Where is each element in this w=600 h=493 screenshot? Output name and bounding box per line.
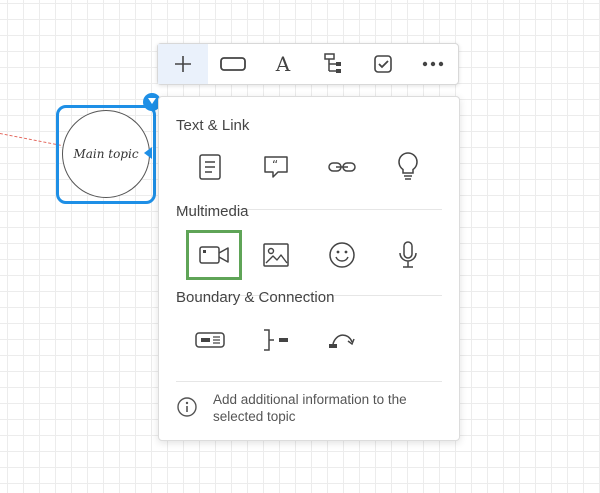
section-title-text-link: Text & Link	[176, 117, 250, 134]
insert-panel: Text & Link “ Multimedia Boundary & Conn…	[158, 96, 460, 441]
selected-topic-frame[interactable]: Main topic	[56, 105, 156, 204]
shape-button[interactable]	[208, 44, 258, 84]
boundary-button[interactable]	[182, 315, 238, 365]
main-topic-node[interactable]: Main topic	[62, 110, 150, 198]
emoji-icon	[329, 242, 355, 268]
checkbox-icon	[374, 55, 392, 73]
tree-structure-icon	[324, 53, 341, 73]
note-button[interactable]	[182, 142, 238, 192]
section-title-multimedia: Multimedia	[176, 203, 249, 220]
comment-button[interactable]: “	[248, 142, 304, 192]
image-icon	[263, 243, 289, 267]
text-button[interactable]: A	[258, 44, 308, 84]
floating-toolbar: A	[157, 43, 459, 85]
note-icon	[199, 154, 221, 180]
section-divider	[176, 381, 442, 382]
boundary-icon	[195, 332, 225, 348]
structure-button[interactable]	[308, 44, 358, 84]
emoji-button[interactable]	[314, 230, 370, 280]
more-button[interactable]	[408, 44, 458, 84]
more-icon	[422, 61, 444, 67]
main-topic-label: Main topic	[73, 147, 139, 161]
svg-text:“: “	[272, 158, 278, 172]
relationship-icon	[329, 334, 355, 348]
image-button[interactable]	[248, 230, 304, 280]
video-icon	[199, 246, 229, 264]
rectangle-icon	[220, 57, 246, 71]
link-icon	[328, 162, 356, 172]
add-button[interactable]	[158, 44, 208, 84]
summary-icon	[264, 329, 288, 351]
comment-icon: “	[264, 156, 288, 178]
summary-button[interactable]	[248, 315, 304, 365]
link-button[interactable]	[314, 142, 370, 192]
section-title-boundary-connection: Boundary & Connection	[176, 289, 335, 306]
info-text: Add additional information to the select…	[213, 392, 407, 424]
text-icon: A	[275, 52, 291, 76]
connector-line	[0, 133, 61, 147]
task-button[interactable]	[358, 44, 408, 84]
relationship-button[interactable]	[314, 315, 370, 365]
info-icon	[177, 397, 197, 417]
audio-icon	[399, 241, 417, 268]
topic-pointer-arrow-icon	[144, 147, 152, 159]
video-button[interactable]	[186, 230, 242, 280]
audio-button[interactable]	[380, 230, 436, 280]
idea-button[interactable]	[380, 142, 436, 192]
idea-icon	[398, 152, 418, 180]
plus-icon	[175, 56, 191, 72]
